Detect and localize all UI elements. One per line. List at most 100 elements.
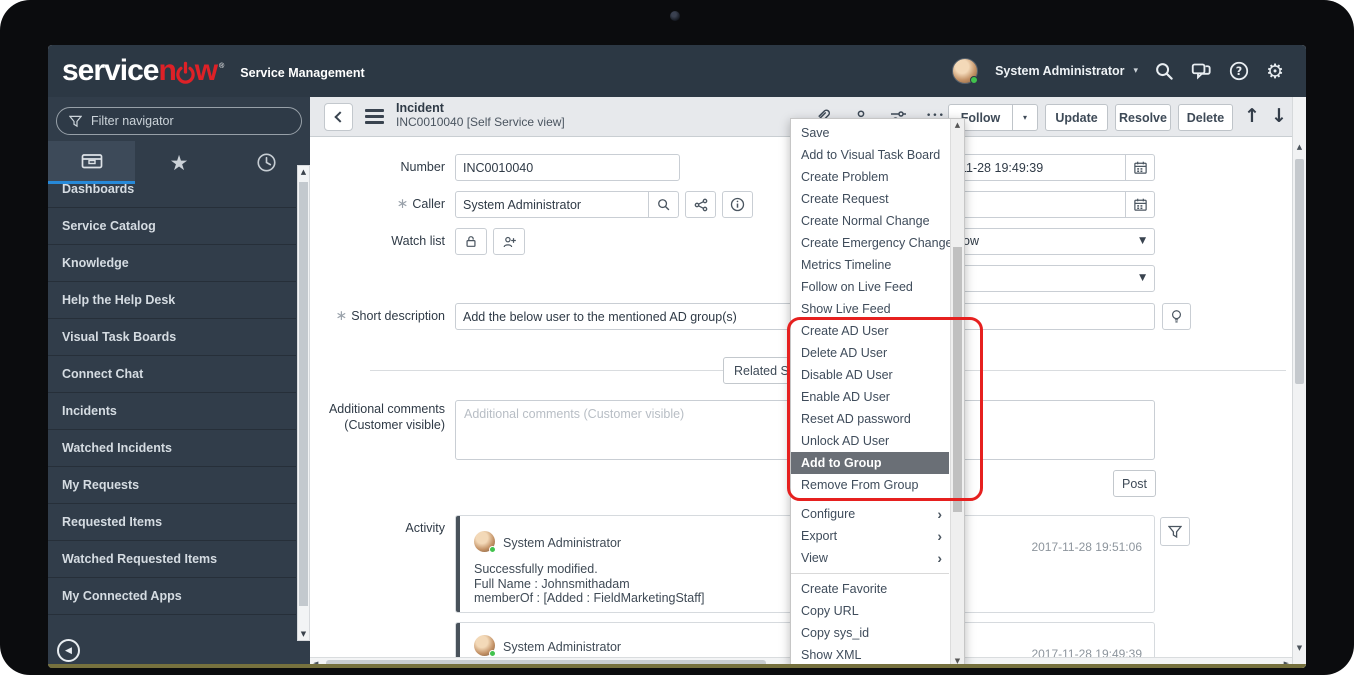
activity-timestamp: 2017-11-28 19:51:06	[1031, 540, 1142, 554]
follow-caret-icon[interactable]: ▾	[1012, 105, 1037, 130]
collapse-navigator-button[interactable]: ◀	[57, 639, 80, 662]
watch-list-label: Watch list	[310, 228, 445, 255]
post-button[interactable]: Post	[1113, 470, 1156, 497]
record-type: Incident	[396, 101, 565, 115]
main-vertical-scrollbar[interactable]: ▲ ▼	[1292, 97, 1306, 668]
sidebar-item-visual-task-boards[interactable]: Visual Task Boards	[48, 319, 296, 356]
sidebar-item-watched-incidents[interactable]: Watched Incidents	[48, 430, 296, 467]
user-menu[interactable]: System Administrator	[995, 64, 1124, 78]
device-camera	[670, 11, 680, 21]
svg-text:?: ?	[1236, 65, 1242, 78]
scrollbar-thumb[interactable]	[299, 182, 308, 606]
servicenow-logo[interactable]: servicen w ®	[62, 56, 224, 86]
opened-calendar-button[interactable]	[1125, 154, 1155, 181]
status-dot	[489, 650, 496, 657]
activity-line: Full Name : Johnsmithadam	[474, 577, 704, 592]
settings-gear-icon[interactable]: ⚙	[1266, 59, 1284, 83]
scroll-down-icon[interactable]: ▼	[1293, 644, 1306, 652]
resolve-button[interactable]: Resolve	[1115, 104, 1171, 131]
required-icon	[335, 309, 351, 323]
filter-navigator-input[interactable]: Filter navigator	[56, 107, 302, 135]
product-title: Service Management	[240, 63, 364, 80]
scrollbar-thumb[interactable]	[1295, 159, 1304, 384]
clock-icon	[255, 151, 278, 174]
user-menu-caret-icon[interactable]: ▾	[1134, 66, 1139, 76]
connect-chat-icon[interactable]	[1191, 62, 1212, 81]
menu-item-create-favorite[interactable]: Create Favorite	[791, 578, 949, 600]
menu-item-follow-on-live-feed[interactable]: Follow on Live Feed	[791, 276, 949, 298]
sidebar-item-incidents[interactable]: Incidents	[48, 393, 296, 430]
caller-info-button[interactable]	[722, 191, 753, 218]
scrollbar-thumb[interactable]	[953, 247, 962, 512]
menu-item-remove-from-group[interactable]: Remove From Group	[791, 474, 949, 496]
scroll-up-icon[interactable]: ▲	[1293, 143, 1306, 151]
menu-item-disable-ad-user[interactable]: Disable AD User	[791, 364, 949, 386]
info-icon	[730, 197, 745, 212]
menu-item-add-to-group[interactable]: Add to Group	[791, 452, 949, 474]
menu-item-metrics-timeline[interactable]: Metrics Timeline	[791, 254, 949, 276]
menu-item-configure[interactable]: Configure›	[791, 503, 949, 525]
number-input[interactable]	[455, 154, 680, 181]
knowledge-search-button[interactable]	[1162, 303, 1191, 330]
sidebar-scrollbar[interactable]: ▲ ▼	[297, 165, 310, 641]
menu-item-enable-ad-user[interactable]: Enable AD User	[791, 386, 949, 408]
menu-item-export[interactable]: Export›	[791, 525, 949, 547]
navigator-menu: Dashboards Service Catalog Knowledge Hel…	[48, 184, 296, 624]
sidebar-item-requested-items[interactable]: Requested Items	[48, 504, 296, 541]
caller-input[interactable]	[455, 191, 649, 218]
activity-filter-button[interactable]	[1160, 517, 1190, 546]
menu-item-view[interactable]: View›	[791, 547, 949, 569]
logo-now-w: w	[195, 56, 217, 86]
filter-placeholder: Filter navigator	[91, 114, 174, 128]
menu-item-reset-ad-password[interactable]: Reset AD password	[791, 408, 949, 430]
menu-item-unlock-ad-user[interactable]: Unlock AD User	[791, 430, 949, 452]
sidebar-item-my-connected-apps[interactable]: My Connected Apps	[48, 578, 296, 615]
menu-item-create-normal-change[interactable]: Create Normal Change	[791, 210, 949, 232]
menu-item-create-emergency-change[interactable]: Create Emergency Change	[791, 232, 949, 254]
tab-favorites[interactable]: ★	[135, 141, 222, 184]
previous-record-icon[interactable]: ↑	[1244, 105, 1260, 127]
logo-trademark: ®	[219, 63, 224, 70]
scroll-up-icon[interactable]: ▲	[298, 168, 309, 176]
menu-item-create-problem[interactable]: Create Problem	[791, 166, 949, 188]
global-search-icon[interactable]	[1155, 62, 1174, 81]
record-context-menu: Save Add to Visual Task Board Create Pro…	[790, 118, 965, 668]
menu-item-create-request[interactable]: Create Request	[791, 188, 949, 210]
watch-list-add-person-button[interactable]	[493, 228, 525, 255]
delete-button[interactable]: Delete	[1178, 104, 1233, 131]
submenu-arrow-icon: ›	[937, 503, 942, 525]
user-avatar[interactable]	[952, 58, 978, 84]
caller-lookup-button[interactable]	[648, 191, 679, 218]
menu-item-show-xml[interactable]: Show XML	[791, 644, 949, 666]
datetime2-calendar-button[interactable]	[1125, 191, 1155, 218]
scroll-down-icon[interactable]: ▼	[298, 630, 309, 638]
menu-item-show-live-feed[interactable]: Show Live Feed	[791, 298, 949, 320]
watch-list-lock-button[interactable]	[455, 228, 487, 255]
menu-item-save[interactable]: Save	[791, 122, 949, 144]
menu-item-add-to-visual-task-board[interactable]: Add to Visual Task Board	[791, 144, 949, 166]
sidebar-item-service-catalog[interactable]: Service Catalog	[48, 208, 296, 245]
sidebar-item-watched-requested-items[interactable]: Watched Requested Items	[48, 541, 296, 578]
help-icon[interactable]: ?	[1229, 61, 1249, 81]
menu-item-create-ad-user[interactable]: Create AD User	[791, 320, 949, 342]
sidebar-item-connect-chat[interactable]: Connect Chat	[48, 356, 296, 393]
sidebar-item-dashboards[interactable]: Dashboards	[48, 184, 296, 208]
sidebar-item-my-requests[interactable]: My Requests	[48, 467, 296, 504]
star-icon: ★	[170, 153, 189, 173]
menu-item-copy-sys-id[interactable]: Copy sys_id	[791, 622, 949, 644]
form-context-menu-button[interactable]	[365, 109, 384, 127]
sidebar-item-knowledge[interactable]: Knowledge	[48, 245, 296, 282]
scroll-up-icon[interactable]: ▲	[951, 121, 964, 129]
tab-all-applications[interactable]	[48, 141, 135, 184]
menu-item-copy-url[interactable]: Copy URL	[791, 600, 949, 622]
window-bottom-edge	[48, 664, 1306, 668]
number-label: Number	[310, 154, 445, 181]
back-button[interactable]	[324, 103, 353, 131]
update-button[interactable]: Update	[1045, 104, 1108, 131]
record-number-view: INC0010040 [Self Service view]	[396, 115, 565, 129]
menu-item-delete-ad-user[interactable]: Delete AD User	[791, 342, 949, 364]
sidebar-item-help-the-help-desk[interactable]: Help the Help Desk	[48, 282, 296, 319]
next-record-icon[interactable]: ↓	[1271, 105, 1287, 127]
caller-share-button[interactable]	[685, 191, 716, 218]
menu-scrollbar[interactable]: ▲ ▼	[950, 119, 964, 667]
